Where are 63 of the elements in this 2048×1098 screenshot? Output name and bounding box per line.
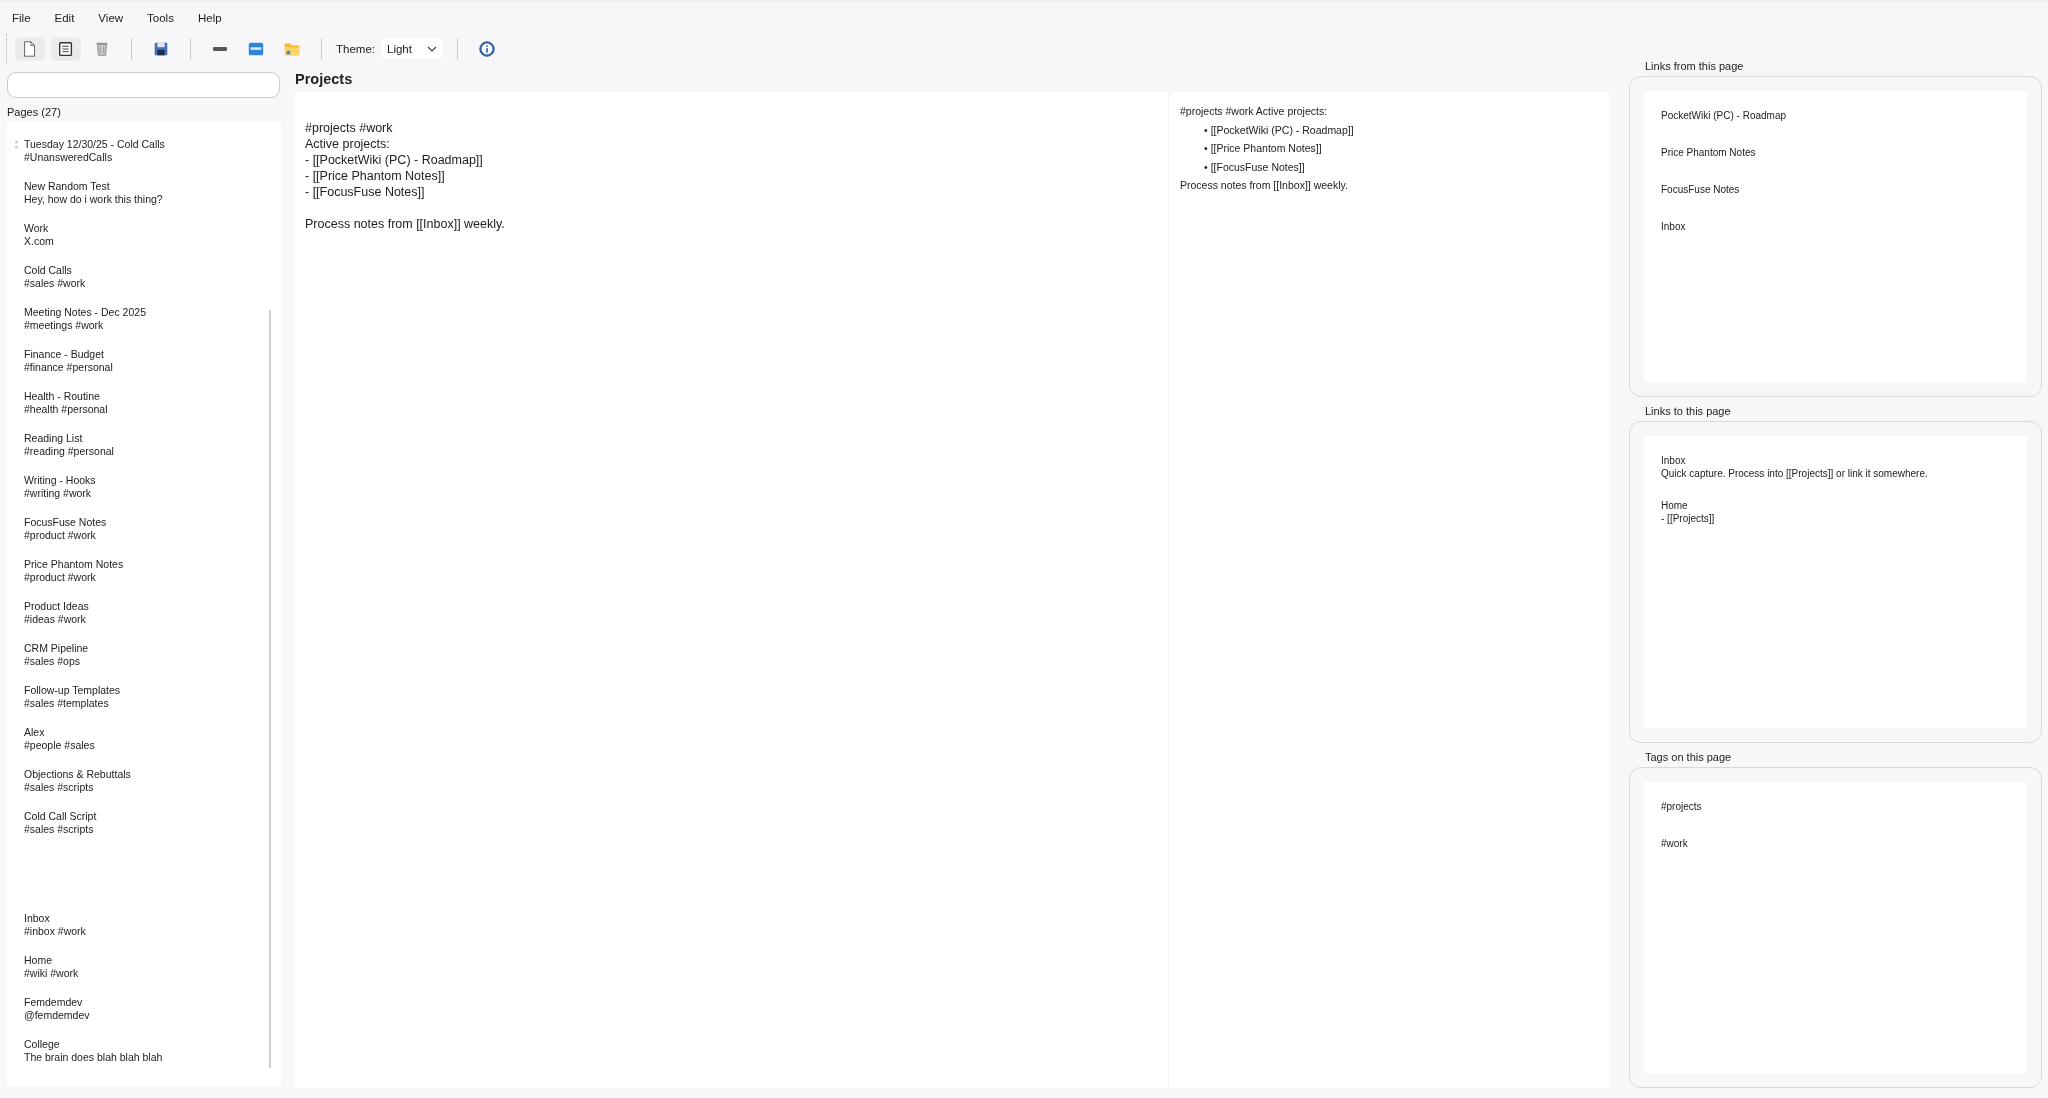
editor-text: Process notes from [[Inbox]] weekly. xyxy=(305,216,506,232)
backlink-snippet: Quick capture. Process into [[Projects]] or link it somewhere. xyxy=(1661,468,1928,480)
preview-text: #projects #work Active projects: xyxy=(1180,104,1329,119)
page-list-item[interactable]: New Random Test Hey, how do i work this thing? xyxy=(7,178,163,208)
menu-item[interactable]: View xyxy=(90,12,140,24)
theme-label: Theme: xyxy=(336,43,375,55)
page-list-item[interactable]: Tuesday 12/30/25 - Cold Calls #UnansweredCalls xyxy=(24,136,165,166)
tag-link[interactable]: #projects xyxy=(1661,799,2010,813)
outgoing-link[interactable]: PocketWiki (PC) - Roadmap xyxy=(1661,109,2010,122)
toolbar-button[interactable] xyxy=(51,37,81,61)
preview-list-item: [[PocketWiki (PC) - Roadmap]] xyxy=(1210,122,1354,138)
menu-item[interactable]: File xyxy=(4,12,47,24)
bullet-marker: • xyxy=(1204,122,1208,138)
page-list-item[interactable]: Objections & Rebuttals #sales #scripts xyxy=(7,766,131,796)
page-list-item[interactable]: Inbox #inbox #work xyxy=(7,910,86,940)
group-title: Links to this page xyxy=(1644,405,1732,420)
page-list-item[interactable]: Femdemdev @femdemdev xyxy=(7,994,90,1024)
group-title: Links from this page xyxy=(1644,60,1745,74)
page-list-item[interactable]: CRM Pipeline #sales #ops xyxy=(7,640,89,670)
menu-item[interactable]: Tools xyxy=(139,12,190,24)
outgoing-link[interactable]: FocusFuse Notes xyxy=(1661,183,2010,196)
page-list-item[interactable]: Work X.com xyxy=(7,220,54,250)
page-list-item[interactable]: Product Ideas #ideas #work xyxy=(7,598,89,628)
editor-pane[interactable]: #projects #work Active projects: - [[PocketWiki (PC) - Roadmap]] - [[Price Phantom Notes]] - [[FocusFuse Notes]] Process notes from [[Inbox]] weekly. xyxy=(295,92,1168,1088)
pages-count-label: Pages (27) xyxy=(7,106,62,118)
outgoing-link[interactable]: Inbox xyxy=(1661,220,2010,233)
editor-text: #projects #work Active projects: - [[PocketWiki (PC) - Roadmap]] - [[Price Phantom Notes]] - [[FocusFuse Notes]] xyxy=(305,120,484,200)
backlink-title[interactable]: Home xyxy=(1661,500,1688,512)
chevron-down-icon xyxy=(427,46,437,52)
scrollbar[interactable] xyxy=(269,310,271,1068)
bullet-marker: • xyxy=(1204,141,1208,156)
dash-icon xyxy=(213,47,227,51)
page-list-item[interactable]: Alex #people #sales xyxy=(7,724,95,754)
drag-handle-icon[interactable] xyxy=(13,140,20,150)
document-lines-icon xyxy=(57,40,75,58)
window-icon xyxy=(247,40,265,58)
info-icon xyxy=(478,40,496,58)
page-list-item[interactable]: Reading List #reading #personal xyxy=(7,430,114,460)
page-list-item[interactable]: Cold Call Script #sales #scripts xyxy=(7,808,97,838)
outgoing-link[interactable]: Price Phantom Notes xyxy=(1661,146,2010,159)
search-field[interactable] xyxy=(7,72,280,98)
page-list-item[interactable]: Cold Calls #sales #work xyxy=(7,262,86,292)
page-list-item[interactable]: Health - Routine #health #personal xyxy=(7,388,108,418)
page-title: Projects xyxy=(295,70,354,89)
page-list-item[interactable]: Writing - Hooks #writing #work xyxy=(7,472,96,502)
menu-item[interactable]: Help xyxy=(189,12,238,24)
preview-list-item: [[Price Phantom Notes]] xyxy=(1210,141,1322,156)
page-list-item[interactable]: FocusFuse Notes #product #work xyxy=(7,514,107,544)
page-list-item[interactable]: Home #wiki #work xyxy=(7,952,79,982)
group-title: Tags on this page xyxy=(1644,750,1733,765)
page-list-item[interactable]: Meeting Notes - Dec 2025 #meetings #work xyxy=(7,304,146,334)
page-list-item[interactable]: Finance - Budget #finance #personal xyxy=(7,346,113,376)
preview-text: Process notes from [[Inbox]] weekly. xyxy=(1180,178,1349,193)
page-list-item[interactable]: College The brain does blah blah blah xyxy=(7,1036,163,1066)
backlink-snippet: - [[Projects]] xyxy=(1661,513,1715,525)
bullet-marker: • xyxy=(1204,159,1208,175)
preview-list-item: [[FocusFuse Notes]] xyxy=(1210,159,1305,175)
page-list-item[interactable]: Follow-up Templates #sales #templates xyxy=(7,682,121,712)
menu-item[interactable]: Edit xyxy=(46,12,91,24)
theme-dropdown[interactable]: Light xyxy=(381,39,443,59)
backlink-title[interactable]: Inbox xyxy=(1661,455,1686,467)
page-list-item[interactable]: Price Phantom Notes #product #work xyxy=(7,556,124,586)
tag-link[interactable]: #work xyxy=(1661,836,2010,850)
